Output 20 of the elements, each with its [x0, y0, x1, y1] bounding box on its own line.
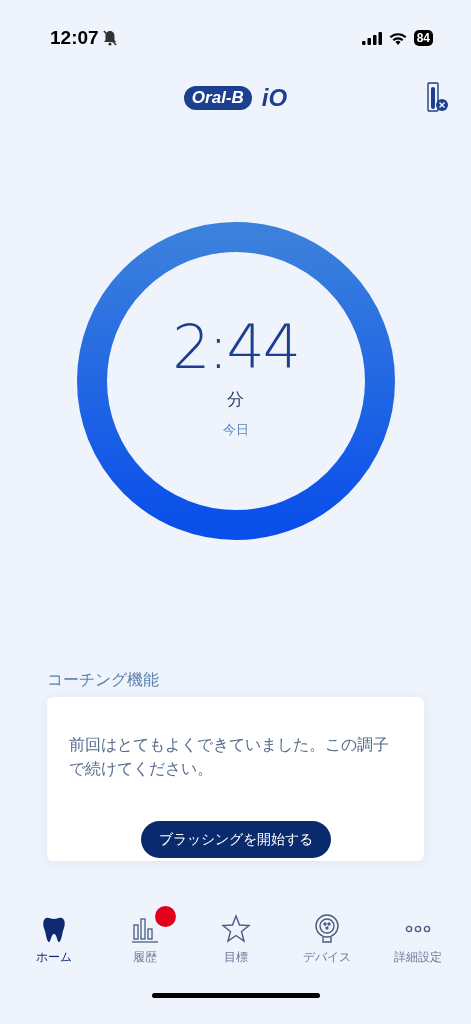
timer-period: 今日: [222, 420, 249, 439]
tab-bar-item[interactable]: 詳細設定: [377, 905, 458, 966]
star-icon: [219, 913, 252, 945]
toothbrush-disconnected-icon[interactable]: [425, 82, 449, 112]
coaching-message: 前回はとてもよくできていました。この調子で続けてください。: [69, 734, 390, 780]
brand-suffix: iO: [261, 84, 288, 112]
tab-bar-item[interactable]: ホーム: [13, 905, 94, 966]
tab-bar-item[interactable]: 目標: [195, 905, 276, 966]
wifi-icon: [388, 31, 407, 45]
start-brushing-button[interactable]: ブラッシングを開始する: [140, 821, 331, 858]
timer-unit: 分: [227, 387, 244, 411]
timer-value: 2:44: [172, 311, 299, 382]
status-time: 12:07: [50, 27, 99, 49]
battery-level: 84: [413, 30, 433, 46]
section-title: コーチング機能: [47, 670, 160, 691]
tab-bar-item[interactable]: 履歴: [104, 905, 185, 966]
brand-logo: Oral-B: [183, 86, 252, 110]
tab-bar-item[interactable]: デバイス: [286, 905, 367, 966]
signal-icon: [361, 31, 382, 45]
more-icon: [404, 925, 431, 933]
